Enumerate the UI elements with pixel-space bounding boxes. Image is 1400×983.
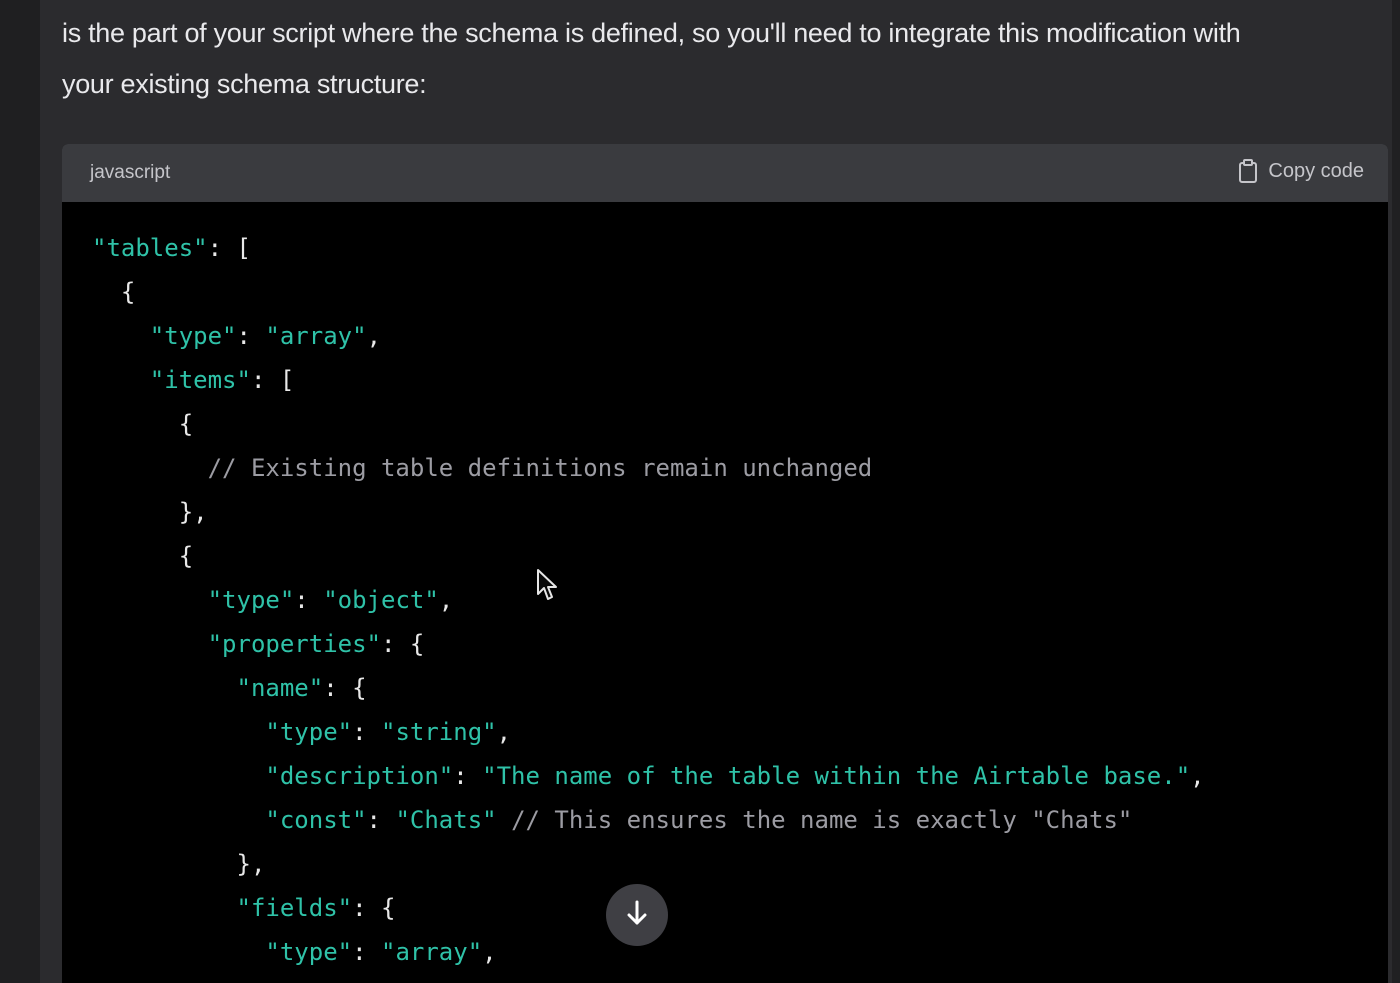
- code-punct: : [: [250, 366, 295, 394]
- arrow-down-icon: [625, 899, 649, 932]
- code-punct: [92, 806, 265, 834]
- code-line: "const": "Chats" // This ensures the nam…: [92, 798, 1388, 842]
- code-punct: [92, 454, 208, 482]
- response-intro-text: is the part of your script where the sch…: [62, 8, 1382, 110]
- code-punct: ,: [366, 322, 382, 350]
- code-string: "The name of the table within the Airtab…: [482, 762, 1191, 790]
- code-string: "array": [381, 938, 483, 966]
- mouse-pointer-icon: [537, 569, 557, 600]
- code-punct: : {: [323, 674, 367, 702]
- code-line: {: [92, 534, 1388, 578]
- copy-code-label: Copy code: [1268, 159, 1364, 182]
- code-punct: : [: [207, 234, 251, 262]
- code-punct: {: [92, 278, 136, 306]
- code-key: "type": [265, 718, 353, 746]
- code-line: "items": [: [92, 358, 1388, 402]
- code-block: javascript Copy code "tables": [ { "type…: [62, 144, 1388, 983]
- code-string: "Chats": [395, 806, 497, 834]
- code-string: "string": [381, 718, 497, 746]
- code-punct: {: [92, 542, 194, 570]
- code-punct: [497, 806, 511, 834]
- code-punct: ,: [438, 586, 454, 614]
- code-punct: ,: [482, 938, 497, 966]
- code-key: "name": [236, 674, 324, 702]
- intro-line-2: your existing schema structure:: [62, 69, 427, 99]
- code-punct: [92, 894, 237, 922]
- code-punct: [92, 366, 150, 394]
- code-comment: // Existing table definitions remain unc…: [207, 454, 873, 482]
- code-punct: : {: [352, 894, 396, 922]
- code-punct: :: [352, 718, 381, 746]
- code-line: "name": {: [92, 666, 1388, 710]
- code-punct: [92, 938, 265, 966]
- code-comment: // This ensures the name is exactly "Cha…: [511, 806, 1133, 834]
- intro-line-1: is the part of your script where the sch…: [62, 18, 1241, 48]
- code-string: "array": [265, 322, 367, 350]
- code-line: {: [92, 402, 1388, 446]
- code-line: },: [92, 490, 1388, 534]
- code-punct: :: [294, 586, 324, 614]
- code-key: "type": [207, 586, 295, 614]
- left-sidebar-edge: [0, 0, 40, 983]
- code-key: "properties": [207, 630, 381, 658]
- code-punct: :: [366, 806, 396, 834]
- code-line: "type": "array",: [92, 930, 1388, 974]
- code-key: "items": [149, 366, 251, 394]
- code-language-label: javascript: [90, 162, 171, 183]
- code-punct: :: [352, 938, 381, 966]
- code-punct: {: [92, 410, 194, 438]
- code-line: },: [92, 842, 1388, 886]
- code-line: "type": "array",: [92, 314, 1388, 358]
- code-punct: },: [92, 498, 208, 526]
- right-scrollbar-edge: [1392, 0, 1400, 983]
- code-punct: :: [236, 322, 266, 350]
- code-punct: ,: [496, 718, 512, 746]
- copy-code-button[interactable]: Copy code: [1238, 159, 1364, 183]
- code-key: "type": [265, 938, 353, 966]
- code-punct: : {: [380, 630, 425, 658]
- code-line: "type": "object",: [92, 578, 1388, 622]
- code-line: "type": "string",: [92, 710, 1388, 754]
- code-punct: [92, 762, 265, 790]
- code-punct: [92, 586, 208, 614]
- code-line: {: [92, 270, 1388, 314]
- code-line: // Existing table definitions remain unc…: [92, 446, 1388, 490]
- code-punct: ,: [1190, 762, 1205, 790]
- code-punct: [92, 322, 150, 350]
- code-key: "const": [265, 806, 367, 834]
- code-block-header: javascript Copy code: [62, 144, 1388, 202]
- scroll-to-bottom-button[interactable]: [606, 884, 668, 946]
- code-key: "fields": [236, 894, 353, 922]
- code-key: "type": [149, 322, 237, 350]
- code-key: "description": [265, 762, 454, 790]
- code-key: "tables": [92, 234, 208, 262]
- code-string: "object": [323, 586, 439, 614]
- code-line: "tables": [: [92, 226, 1388, 270]
- code-punct: :: [453, 762, 483, 790]
- code-punct: [92, 630, 208, 658]
- code-content: "tables": [ { "type": "array", "items": …: [62, 202, 1388, 974]
- code-punct: },: [92, 850, 266, 878]
- code-line: "description": "The name of the table wi…: [92, 754, 1388, 798]
- code-punct: [92, 674, 237, 702]
- code-line: "properties": {: [92, 622, 1388, 666]
- clipboard-icon: [1238, 159, 1258, 183]
- code-punct: [92, 718, 265, 746]
- code-line: "fields": {: [92, 886, 1388, 930]
